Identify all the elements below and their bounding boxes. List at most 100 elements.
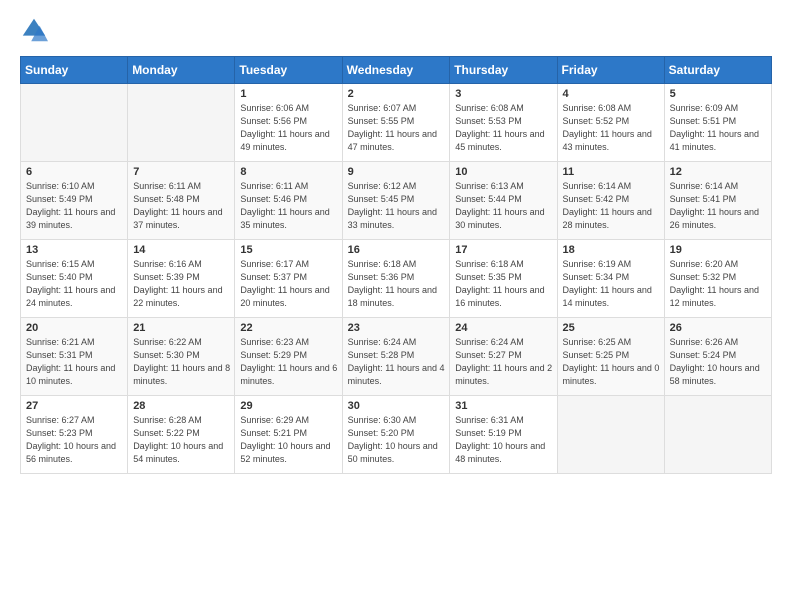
day-number: 15 — [240, 244, 337, 256]
day-cell: 11Sunrise: 6:14 AMSunset: 5:42 PMDayligh… — [557, 162, 664, 240]
weekday-header-wednesday: Wednesday — [342, 57, 450, 84]
weekday-header-row: SundayMondayTuesdayWednesdayThursdayFrid… — [21, 57, 772, 84]
day-info: Sunrise: 6:11 AMSunset: 5:48 PMDaylight:… — [133, 180, 230, 232]
day-cell: 20 Sunrise: 6:21 AMSunset: 5:31 PMDayligh… — [21, 318, 128, 396]
day-number: 6 — [26, 166, 123, 178]
day-cell — [128, 84, 235, 162]
day-cell: 14Sunrise: 6:16 AMSunset: 5:39 PMDayligh… — [128, 240, 235, 318]
weekday-header-tuesday: Tuesday — [235, 57, 342, 84]
day-cell: 12 Sunrise: 6:14 AMSunset: 5:41 PMDayligh… — [664, 162, 771, 240]
day-number: 22 — [240, 322, 337, 334]
day-info: Sunrise: 6:09 AMSunset: 5:51 PMDaylight:… — [670, 102, 767, 154]
day-cell — [21, 84, 128, 162]
day-number: 24 — [455, 322, 552, 334]
day-cell: 15Sunrise: 6:17 AMSunset: 5:37 PMDayligh… — [235, 240, 342, 318]
day-number: 31 — [455, 400, 552, 412]
day-number: 7 — [133, 166, 230, 178]
day-number: 10 — [455, 166, 552, 178]
day-info: Sunrise: 6:22 AMSunset: 5:30 PMDaylight:… — [133, 336, 230, 388]
day-cell: 25 Sunrise: 6:25 AMSunset: 5:25 PMDayligh… — [557, 318, 664, 396]
day-cell: 18 Sunrise: 6:19 AMSunset: 5:34 PMDayligh… — [557, 240, 664, 318]
day-cell: 5 Sunrise: 6:09 AMSunset: 5:51 PMDaylight… — [664, 84, 771, 162]
day-cell — [664, 396, 771, 474]
day-cell: 2Sunrise: 6:07 AMSunset: 5:55 PMDaylight… — [342, 84, 450, 162]
day-cell: 6 Sunrise: 6:10 AMSunset: 5:49 PMDaylight… — [21, 162, 128, 240]
day-info: Sunrise: 6:23 AMSunset: 5:29 PMDaylight:… — [240, 336, 337, 388]
day-info: Sunrise: 6:11 AMSunset: 5:46 PMDaylight:… — [240, 180, 337, 232]
day-cell: 31 Sunrise: 6:31 AMSunset: 5:19 PMDayligh… — [450, 396, 557, 474]
day-cell: 17Sunrise: 6:18 AMSunset: 5:35 PMDayligh… — [450, 240, 557, 318]
day-cell: 28 Sunrise: 6:28 AMSunset: 5:22 PMDayligh… — [128, 396, 235, 474]
week-row-2: 6 Sunrise: 6:10 AMSunset: 5:49 PMDaylight… — [21, 162, 772, 240]
day-cell: 19 Sunrise: 6:20 AMSunset: 5:32 PMDayligh… — [664, 240, 771, 318]
day-number: 27 — [26, 400, 123, 412]
day-number: 19 — [670, 244, 767, 256]
day-info: Sunrise: 6:07 AMSunset: 5:55 PMDaylight:… — [348, 102, 446, 154]
logo — [20, 16, 52, 44]
day-info: Sunrise: 6:25 AMSunset: 5:25 PMDaylight:… — [563, 336, 660, 388]
day-info: Sunrise: 6:21 AMSunset: 5:31 PMDaylight:… — [26, 336, 123, 388]
day-cell: 7 Sunrise: 6:11 AMSunset: 5:48 PMDaylight… — [128, 162, 235, 240]
day-number: 21 — [133, 322, 230, 334]
day-info: Sunrise: 6:08 AMSunset: 5:52 PMDaylight:… — [563, 102, 660, 154]
day-cell — [557, 396, 664, 474]
day-number: 1 — [240, 88, 337, 100]
weekday-header-monday: Monday — [128, 57, 235, 84]
day-cell: 13 Sunrise: 6:15 AMSunset: 5:40 PMDayligh… — [21, 240, 128, 318]
day-info: Sunrise: 6:18 AMSunset: 5:36 PMDaylight:… — [348, 258, 446, 310]
day-cell: 1 Sunrise: 6:06 AMSunset: 5:56 PMDaylight… — [235, 84, 342, 162]
day-info: Sunrise: 6:24 AMSunset: 5:28 PMDaylight:… — [348, 336, 446, 388]
day-info: Sunrise: 6:31 AMSunset: 5:19 PMDaylight:… — [455, 414, 552, 466]
day-cell: 23Sunrise: 6:24 AMSunset: 5:28 PMDayligh… — [342, 318, 450, 396]
page: SundayMondayTuesdayWednesdayThursdayFrid… — [0, 0, 792, 612]
day-info: Sunrise: 6:24 AMSunset: 5:27 PMDaylight:… — [455, 336, 552, 388]
day-info: Sunrise: 6:08 AMSunset: 5:53 PMDaylight:… — [455, 102, 552, 154]
header — [20, 16, 772, 44]
day-cell: 10 Sunrise: 6:13 AMSunset: 5:44 PMDayligh… — [450, 162, 557, 240]
day-cell: 21 Sunrise: 6:22 AMSunset: 5:30 PMDayligh… — [128, 318, 235, 396]
day-info: Sunrise: 6:10 AMSunset: 5:49 PMDaylight:… — [26, 180, 123, 232]
day-cell: 8 Sunrise: 6:11 AMSunset: 5:46 PMDaylight… — [235, 162, 342, 240]
day-info: Sunrise: 6:15 AMSunset: 5:40 PMDaylight:… — [26, 258, 123, 310]
week-row-4: 20 Sunrise: 6:21 AMSunset: 5:31 PMDayligh… — [21, 318, 772, 396]
day-cell: 3 Sunrise: 6:08 AMSunset: 5:53 PMDaylight… — [450, 84, 557, 162]
day-number: 12 — [670, 166, 767, 178]
day-number: 30 — [348, 400, 446, 412]
week-row-1: 1 Sunrise: 6:06 AMSunset: 5:56 PMDaylight… — [21, 84, 772, 162]
day-number: 11 — [563, 166, 660, 178]
day-number: 13 — [26, 244, 123, 256]
day-number: 25 — [563, 322, 660, 334]
day-info: Sunrise: 6:16 AMSunset: 5:39 PMDaylight:… — [133, 258, 230, 310]
day-info: Sunrise: 6:19 AMSunset: 5:34 PMDaylight:… — [563, 258, 660, 310]
day-number: 3 — [455, 88, 552, 100]
day-cell: 24 Sunrise: 6:24 AMSunset: 5:27 PMDayligh… — [450, 318, 557, 396]
day-info: Sunrise: 6:13 AMSunset: 5:44 PMDaylight:… — [455, 180, 552, 232]
day-info: Sunrise: 6:26 AMSunset: 5:24 PMDaylight:… — [670, 336, 767, 388]
day-number: 28 — [133, 400, 230, 412]
logo-icon — [20, 16, 48, 44]
day-info: Sunrise: 6:27 AMSunset: 5:23 PMDaylight:… — [26, 414, 123, 466]
day-info: Sunrise: 6:06 AMSunset: 5:56 PMDaylight:… — [240, 102, 337, 154]
day-info: Sunrise: 6:14 AMSunset: 5:41 PMDaylight:… — [670, 180, 767, 232]
day-number: 20 — [26, 322, 123, 334]
day-number: 16 — [348, 244, 446, 256]
day-info: Sunrise: 6:29 AMSunset: 5:21 PMDaylight:… — [240, 414, 337, 466]
weekday-header-sunday: Sunday — [21, 57, 128, 84]
day-number: 8 — [240, 166, 337, 178]
day-number: 4 — [563, 88, 660, 100]
week-row-3: 13 Sunrise: 6:15 AMSunset: 5:40 PMDayligh… — [21, 240, 772, 318]
day-info: Sunrise: 6:20 AMSunset: 5:32 PMDaylight:… — [670, 258, 767, 310]
day-number: 26 — [670, 322, 767, 334]
day-cell: 27 Sunrise: 6:27 AMSunset: 5:23 PMDayligh… — [21, 396, 128, 474]
day-cell: 26 Sunrise: 6:26 AMSunset: 5:24 PMDayligh… — [664, 318, 771, 396]
day-cell: 16 Sunrise: 6:18 AMSunset: 5:36 PMDayligh… — [342, 240, 450, 318]
day-info: Sunrise: 6:28 AMSunset: 5:22 PMDaylight:… — [133, 414, 230, 466]
day-number: 29 — [240, 400, 337, 412]
week-row-5: 27 Sunrise: 6:27 AMSunset: 5:23 PMDayligh… — [21, 396, 772, 474]
day-number: 17 — [455, 244, 552, 256]
day-cell: 30Sunrise: 6:30 AMSunset: 5:20 PMDayligh… — [342, 396, 450, 474]
day-number: 5 — [670, 88, 767, 100]
day-number: 18 — [563, 244, 660, 256]
weekday-header-friday: Friday — [557, 57, 664, 84]
day-cell: 4 Sunrise: 6:08 AMSunset: 5:52 PMDaylight… — [557, 84, 664, 162]
